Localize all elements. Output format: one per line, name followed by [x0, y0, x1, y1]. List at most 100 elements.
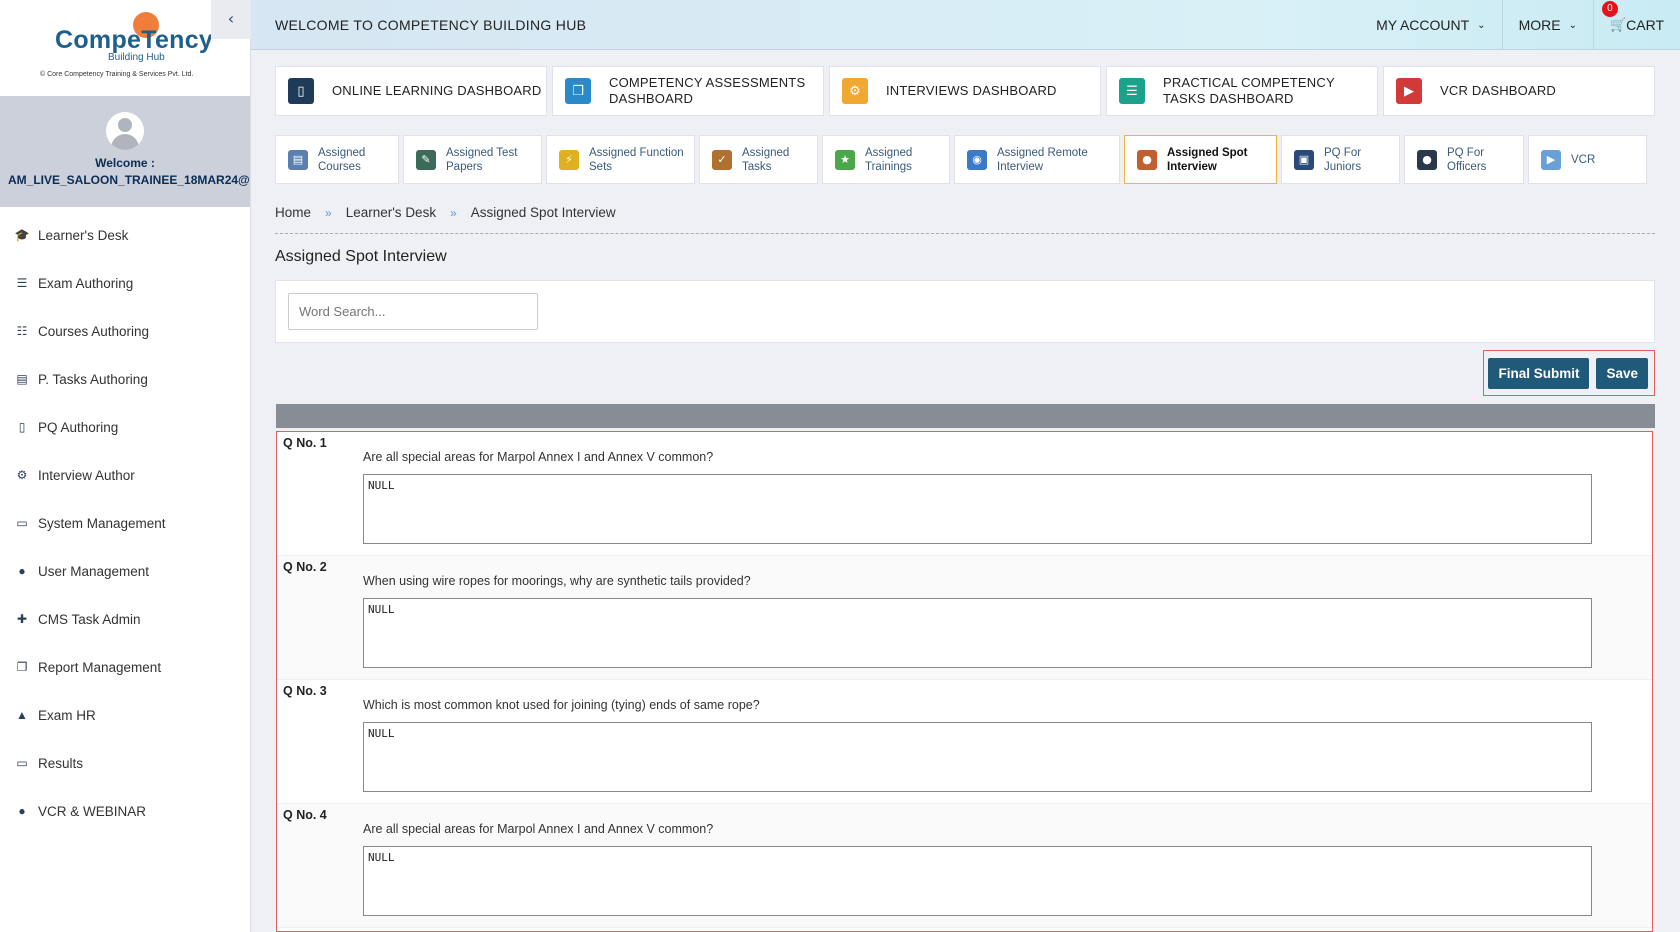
list-icon: ☰: [16, 276, 28, 290]
book-icon: ▯: [18, 420, 26, 434]
sidebar-item-exam-authoring[interactable]: ☰ Exam Authoring: [0, 259, 250, 307]
breadcrumb-divider: [275, 233, 1655, 234]
tab-assigned-trainings[interactable]: ★ Assigned Trainings: [822, 135, 950, 184]
question-text: Which is most common knot used for joini…: [363, 698, 760, 712]
logo-subtitle: Building Hub: [108, 52, 165, 63]
top-title: WELCOME TO COMPETENCY BUILDING HUB: [275, 17, 587, 33]
dashboard-competency-assessments[interactable]: ❐ COMPETENCY ASSESSMENTS DASHBOARD: [552, 66, 824, 116]
question-row: Q No. 4 Are all special areas for Marpol…: [277, 804, 1652, 928]
desktop-icon: ▭: [16, 516, 28, 530]
page-title: Assigned Spot Interview: [275, 248, 447, 265]
sidebar-item-pq-authoring[interactable]: ▯ PQ Authoring: [0, 403, 250, 451]
tab-label: Assigned Spot Interview: [1167, 146, 1248, 173]
answer-textarea[interactable]: NULL: [363, 474, 1592, 544]
graduation-cap-icon: 🎓: [14, 228, 30, 242]
desktop-icon: ▭: [16, 756, 28, 770]
tab-assigned-function-sets[interactable]: ⚡ Assigned Function Sets: [546, 135, 695, 184]
sidebar-item-system-management[interactable]: ▭ System Management: [0, 499, 250, 547]
video-file-icon: ▶: [1396, 78, 1422, 104]
tab-pq-for-officers[interactable]: ● PQ For Officers: [1404, 135, 1524, 184]
tab-label: PQ For Juniors: [1324, 146, 1362, 173]
final-submit-button[interactable]: Final Submit: [1488, 357, 1590, 389]
copy-icon: ❐: [16, 660, 28, 674]
question-text: Are all special areas for Marpol Annex I…: [363, 450, 714, 464]
officer-icon: ●: [1417, 149, 1437, 170]
dashboard-interviews[interactable]: ⚙ INTERVIEWS DASHBOARD: [829, 66, 1101, 116]
tab-label: Assigned Trainings: [865, 146, 913, 173]
tab-assigned-tasks[interactable]: ✓ Assigned Tasks: [699, 135, 818, 184]
tab-assigned-remote-interview[interactable]: ◉ Assigned Remote Interview: [954, 135, 1120, 184]
tab-label: Assigned Function Sets: [589, 146, 684, 173]
dashboard-label: ONLINE LEARNING DASHBOARD: [332, 83, 542, 98]
question-number: Q No. 1: [283, 436, 327, 450]
top-menu: MY ACCOUNT ⌄ MORE ⌄ 0 🛒 CART: [1360, 0, 1680, 50]
tab-assigned-spot-interview[interactable]: ● Assigned Spot Interview: [1124, 135, 1277, 184]
dashboard-label: PRACTICAL COMPETENCY TASKS DASHBOARD: [1163, 75, 1335, 106]
dashboard-label: INTERVIEWS DASHBOARD: [886, 83, 1057, 98]
cart-label: CART: [1626, 17, 1664, 33]
answer-textarea[interactable]: NULL: [363, 598, 1592, 668]
sidebar-item-interview-author[interactable]: ⚙ Interview Author: [0, 451, 250, 499]
book-icon: ▯: [288, 78, 314, 104]
question-number: Q No. 4: [283, 808, 327, 822]
search-panel: [275, 280, 1655, 343]
more-label: MORE: [1518, 17, 1561, 33]
sidebar-item-label: System Management: [38, 515, 166, 531]
tab-vcr[interactable]: ▶ VCR: [1528, 135, 1647, 184]
search-input[interactable]: [288, 293, 538, 330]
sitemap-icon: ☷: [16, 324, 28, 338]
sidebar-item-exam-hr[interactable]: ▲ Exam HR: [0, 691, 250, 739]
cart-count-badge: 0: [1601, 1, 1618, 17]
sidebar-item-label: VCR & WEBINAR: [38, 803, 147, 819]
dashboard-practical-tasks[interactable]: ☰ PRACTICAL COMPETENCY TASKS DASHBOARD: [1106, 66, 1378, 116]
sidebar-item-results[interactable]: ▭ Results: [0, 739, 250, 787]
tasks-icon: ☰: [1119, 78, 1145, 104]
chevron-left-icon: ‹: [227, 9, 235, 28]
sidebar-item-label: P. Tasks Authoring: [38, 371, 148, 387]
sidebar-collapse-button[interactable]: ‹: [211, 0, 251, 39]
bank-icon: ▲: [16, 708, 28, 722]
more-menu[interactable]: MORE ⌄: [1501, 0, 1593, 50]
tab-label: Assigned Remote Interview: [997, 146, 1088, 173]
sidebar-item-p-tasks-authoring[interactable]: ▤ P. Tasks Authoring: [0, 355, 250, 403]
clipboard-icon: ✓: [712, 149, 732, 170]
breadcrumb-learners-desk[interactable]: Learner's Desk: [346, 205, 436, 220]
sidebar-item-learners-desk[interactable]: 🎓 Learner's Desk: [0, 211, 250, 259]
dashboard-vcr[interactable]: ▶ VCR DASHBOARD: [1383, 66, 1655, 116]
question-text: Are all special areas for Marpol Annex I…: [363, 822, 714, 836]
answer-textarea[interactable]: NULL: [363, 722, 1592, 792]
user-icon: ●: [18, 564, 26, 578]
sidebar-item-user-management[interactable]: ● User Management: [0, 547, 250, 595]
answer-textarea[interactable]: NULL: [363, 846, 1592, 916]
welcome-label: Welcome :: [95, 156, 155, 170]
training-icon: ★: [835, 149, 855, 170]
tab-label: Assigned Tasks: [742, 146, 790, 173]
questions-list: Q No. 1 Are all special areas for Marpol…: [276, 431, 1653, 932]
remote-interview-icon: ◉: [967, 149, 987, 170]
breadcrumb-home[interactable]: Home: [275, 205, 311, 220]
sidebar-item-label: Interview Author: [38, 467, 135, 483]
avatar: [106, 112, 144, 150]
gears-icon: ⚙: [842, 78, 868, 104]
tab-assigned-test-papers[interactable]: ✎ Assigned Test Papers: [403, 135, 542, 184]
tab-pq-for-juniors[interactable]: ▣ PQ For Juniors: [1281, 135, 1400, 184]
sidebar-item-report-management[interactable]: ❐ Report Management: [0, 643, 250, 691]
question-row: Q No. 2 When using wire ropes for moorin…: [277, 556, 1652, 680]
spot-interview-icon: ●: [1137, 149, 1157, 170]
dashboard-label: VCR DASHBOARD: [1440, 83, 1557, 98]
cart-button[interactable]: 0 🛒 CART: [1592, 0, 1680, 50]
sidebar-item-courses-authoring[interactable]: ☷ Courses Authoring: [0, 307, 250, 355]
dashboard-online-learning[interactable]: ▯ ONLINE LEARNING DASHBOARD: [275, 66, 547, 116]
tab-assigned-courses[interactable]: ▤ Assigned Courses: [275, 135, 399, 184]
sidebar-item-vcr-webinar[interactable]: ● VCR & WEBINAR: [0, 787, 250, 835]
topbar: WELCOME TO COMPETENCY BUILDING HUB MY AC…: [251, 0, 1680, 50]
dashboard-label: COMPETENCY ASSESSMENTS DASHBOARD: [609, 75, 806, 106]
logo-company: © Core Competency Training & Services Pv…: [40, 71, 194, 78]
sidebar-item-cms-task-admin[interactable]: ✚ CMS Task Admin: [0, 595, 250, 643]
save-button[interactable]: Save: [1596, 357, 1648, 389]
breadcrumb: Home » Learner's Desk » Assigned Spot In…: [275, 205, 616, 220]
sidebar-item-label: Results: [38, 755, 84, 771]
sidebar-item-label: Learner's Desk: [38, 227, 129, 243]
chevron-right-icon: »: [325, 205, 332, 220]
my-account-menu[interactable]: MY ACCOUNT ⌄: [1360, 0, 1501, 50]
